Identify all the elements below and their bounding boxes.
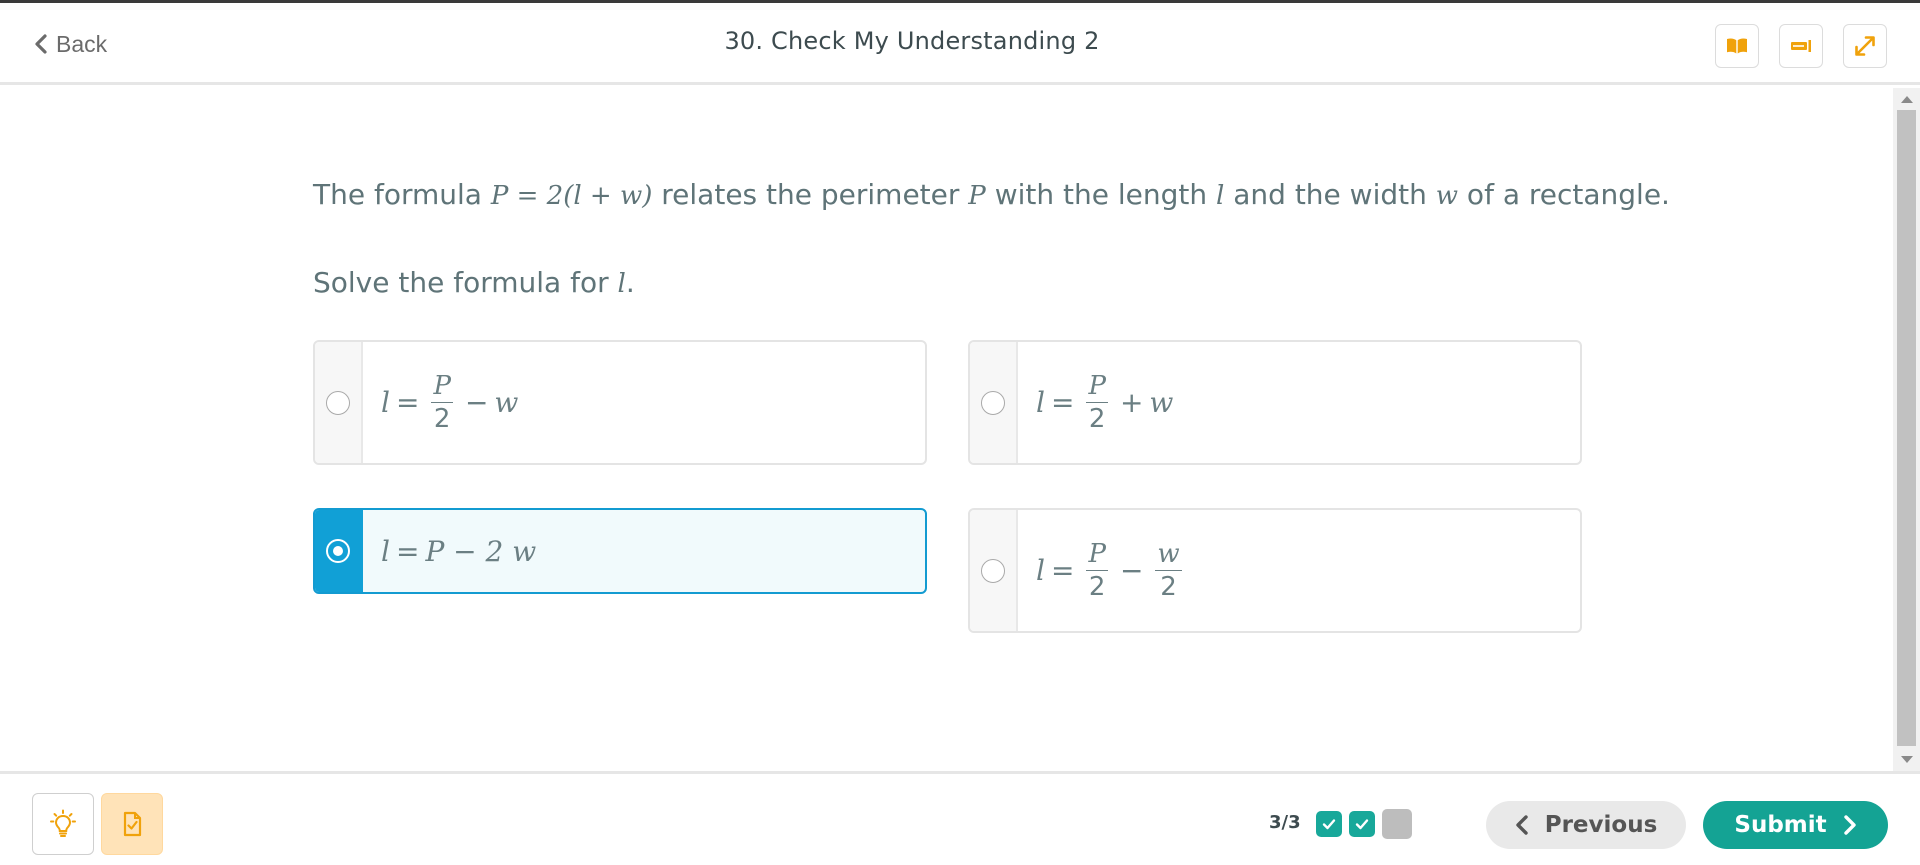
previous-label: Previous bbox=[1544, 812, 1658, 838]
choice-expression: l = P − 2 w bbox=[363, 510, 925, 592]
prompt-text: of a rectangle. bbox=[1458, 178, 1670, 211]
header-bar: Back 30. Check My Understanding 2 bbox=[0, 3, 1920, 85]
radio-button[interactable] bbox=[981, 558, 1005, 583]
answer-choice-d[interactable]: l = P2 − w2 bbox=[968, 508, 1582, 633]
expr-equals: = bbox=[395, 534, 420, 568]
fraction: P2 bbox=[1086, 538, 1108, 603]
fraction: P2 bbox=[1086, 370, 1108, 435]
page-title: 30. Check My Understanding 2 bbox=[724, 27, 1100, 55]
expand-button[interactable] bbox=[1843, 24, 1887, 68]
expr-lhs: l bbox=[1036, 386, 1045, 419]
fraction-numerator: P bbox=[1088, 539, 1106, 569]
footer-bar: 3/3 Previous Submit bbox=[0, 771, 1920, 865]
variable-w: w bbox=[1435, 181, 1459, 211]
choice-expression: l = P2 + w bbox=[1018, 342, 1580, 463]
variable-l: l bbox=[617, 269, 626, 299]
answer-choice-b[interactable]: l = P2 + w bbox=[968, 340, 1582, 465]
expr-lhs: l bbox=[1036, 554, 1045, 587]
radio-button[interactable] bbox=[981, 390, 1005, 415]
question-instruction: Solve the formula for l. bbox=[313, 266, 635, 299]
expand-icon bbox=[1855, 36, 1875, 56]
question-content: The formula P = 2(l + w) relates the per… bbox=[0, 88, 1893, 771]
glossary-button[interactable] bbox=[1779, 24, 1823, 68]
expr-term: P − 2 w bbox=[425, 534, 537, 568]
fraction-denominator: 2 bbox=[1088, 404, 1106, 434]
note-check-icon bbox=[123, 811, 142, 837]
notes-button[interactable] bbox=[101, 793, 163, 855]
fraction-denominator: 2 bbox=[1160, 572, 1177, 602]
glossary-icon bbox=[1791, 40, 1811, 52]
step-2-complete[interactable] bbox=[1349, 811, 1375, 837]
variable-p: P bbox=[968, 181, 986, 211]
vertical-scrollbar[interactable] bbox=[1893, 88, 1920, 771]
expr-operator: + bbox=[1119, 386, 1144, 419]
instruction-text: Solve the formula for bbox=[313, 266, 618, 299]
fraction: P2 bbox=[431, 370, 453, 435]
lightbulb-icon bbox=[50, 809, 76, 837]
formula-text: P = 2(l + w) bbox=[490, 181, 653, 211]
scroll-down-arrow-icon[interactable] bbox=[1901, 756, 1913, 763]
answer-choice-a[interactable]: l = P2 − w bbox=[313, 340, 927, 465]
radio-button[interactable] bbox=[326, 390, 350, 415]
scrollbar-thumb[interactable] bbox=[1897, 110, 1916, 746]
radio-column bbox=[970, 510, 1018, 631]
fraction-numerator: P bbox=[433, 371, 451, 401]
checkmark-icon bbox=[1322, 819, 1336, 830]
expr-operator: − bbox=[464, 386, 489, 419]
question-prompt: The formula P = 2(l + w) relates the per… bbox=[313, 178, 1670, 211]
prompt-text: relates the perimeter bbox=[652, 178, 969, 211]
chevron-right-icon bbox=[1843, 815, 1856, 835]
radio-column bbox=[315, 510, 363, 592]
submit-label: Submit bbox=[1734, 812, 1827, 838]
submit-button[interactable]: Submit bbox=[1703, 801, 1888, 849]
expr-equals: = bbox=[395, 386, 420, 419]
book-button[interactable] bbox=[1715, 24, 1759, 68]
prompt-text: with the length bbox=[985, 178, 1217, 211]
expr-lhs: l bbox=[381, 534, 390, 568]
step-3-current[interactable] bbox=[1382, 809, 1412, 839]
hint-button[interactable] bbox=[32, 793, 94, 855]
book-icon bbox=[1727, 38, 1747, 54]
radio-column bbox=[970, 342, 1018, 463]
fraction-numerator: w bbox=[1157, 539, 1180, 569]
instruction-text: . bbox=[625, 266, 635, 299]
fraction: w2 bbox=[1155, 538, 1182, 603]
expr-term: w bbox=[1149, 386, 1174, 419]
radio-column bbox=[315, 342, 363, 463]
step-1-complete[interactable] bbox=[1316, 811, 1342, 837]
radio-button-selected[interactable] bbox=[326, 539, 350, 563]
prompt-text: The formula bbox=[313, 178, 491, 211]
scroll-up-arrow-icon[interactable] bbox=[1901, 96, 1913, 103]
answer-choice-c[interactable]: l = P − 2 w bbox=[313, 508, 927, 594]
choice-expression: l = P2 − w bbox=[363, 342, 925, 463]
expr-lhs: l bbox=[381, 386, 390, 419]
choice-expression: l = P2 − w2 bbox=[1018, 510, 1580, 631]
previous-button[interactable]: Previous bbox=[1486, 801, 1686, 849]
chevron-left-icon bbox=[1516, 815, 1528, 835]
fraction-denominator: 2 bbox=[1088, 572, 1106, 602]
expr-equals: = bbox=[1050, 554, 1075, 587]
checkmark-icon bbox=[1355, 819, 1369, 830]
expr-term: w bbox=[494, 386, 519, 419]
progress-count: 3/3 bbox=[1269, 812, 1301, 833]
fraction-numerator: P bbox=[1088, 371, 1106, 401]
prompt-text: and the width bbox=[1224, 178, 1436, 211]
expr-equals: = bbox=[1050, 386, 1075, 419]
fraction-denominator: 2 bbox=[433, 404, 451, 434]
expr-operator: − bbox=[1119, 554, 1144, 587]
